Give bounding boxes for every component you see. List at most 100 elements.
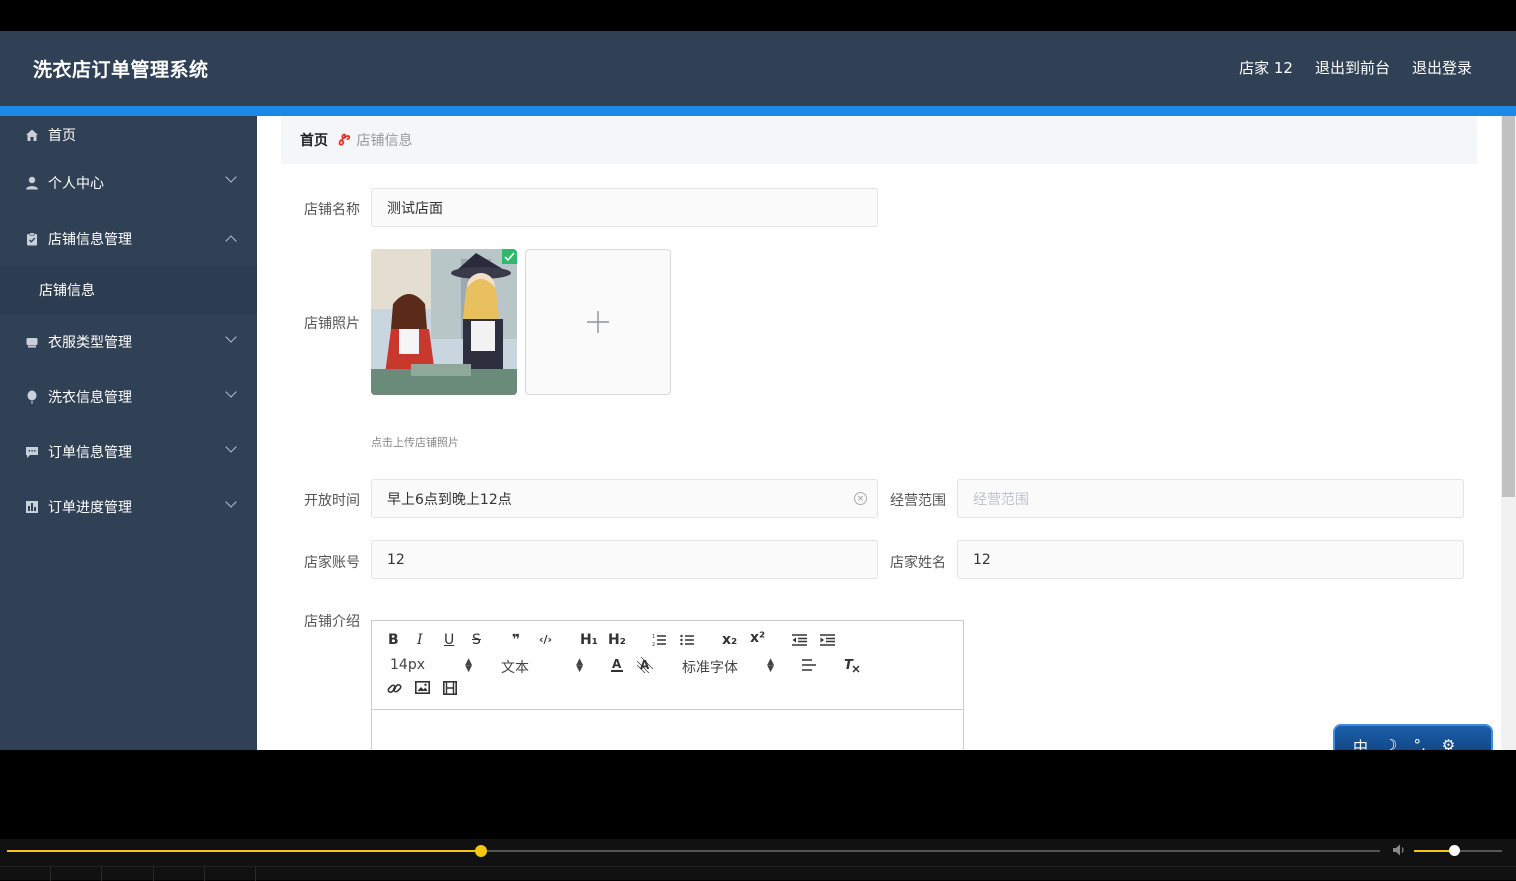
shop-photo-thumbnail[interactable] — [371, 249, 517, 395]
shop-photo-image — [371, 249, 517, 395]
text-color-icon[interactable]: A — [610, 657, 624, 677]
sidebar-item-label: 店铺信息管理 — [48, 232, 132, 248]
svg-text:T: T — [844, 658, 854, 673]
scrollbar-thumb[interactable] — [1502, 116, 1515, 497]
sidebar-subitem-shop-info[interactable]: 店铺信息 — [0, 266, 257, 314]
user-icon — [24, 175, 40, 191]
merchant-account-input[interactable]: 12 — [371, 540, 878, 579]
svg-text:A: A — [612, 657, 622, 671]
sidebar-item-label: 首页 — [48, 128, 76, 144]
sidebar-item-label: 订单进度管理 — [48, 499, 132, 516]
merchant-name-label: 店家姓名 — [890, 555, 946, 571]
ordered-list-icon[interactable]: 12 — [652, 633, 666, 651]
ime-moon-icon[interactable]: ☽ — [1384, 736, 1397, 750]
breadcrumb-home[interactable]: 首页 — [300, 130, 328, 150]
indent-icon[interactable] — [820, 633, 835, 651]
h2-button[interactable]: H₂ — [608, 632, 626, 648]
top-navbar: 洗衣店订单管理系统 店家 12 退出到前台 退出登录 — [0, 31, 1516, 106]
merchant-name-input[interactable]: 12 — [957, 540, 1464, 579]
image-icon[interactable] — [415, 681, 430, 698]
logout-link[interactable]: 退出登录 — [1412, 57, 1472, 78]
accent-bar — [0, 106, 1516, 116]
back-to-front-link[interactable]: 退出到前台 — [1315, 57, 1390, 78]
top-actions: 店家 12 退出到前台 退出登录 — [1239, 57, 1472, 78]
font-family-value: 标准字体 — [682, 660, 738, 676]
sidebar-item-personal-center[interactable]: 个人中心 — [0, 154, 257, 212]
volume-handle[interactable] — [1448, 845, 1460, 856]
chevron-down-icon — [225, 441, 237, 453]
header-select[interactable]: 文本 ▲ ▼ — [501, 657, 583, 677]
seek-handle[interactable] — [474, 845, 487, 857]
business-scope-placeholder: 经营范围 — [973, 491, 1029, 508]
seek-progress — [7, 850, 481, 852]
vertical-scrollbar[interactable] — [1501, 116, 1516, 750]
underline-button[interactable]: U — [444, 632, 454, 648]
volume-icon[interactable] — [1392, 843, 1406, 861]
ime-punctuation-icon[interactable]: °, — [1413, 736, 1425, 750]
business-scope-input[interactable]: 经营范围 — [957, 479, 1464, 518]
merchant-account-label: 店家账号 — [304, 555, 360, 571]
align-left-icon[interactable] — [802, 658, 816, 676]
seek-bar[interactable] — [7, 845, 1380, 857]
current-user-label[interactable]: 店家 12 — [1239, 57, 1293, 78]
sidebar-item-label: 洗衣信息管理 — [48, 389, 132, 406]
background-color-icon[interactable]: A — [636, 656, 654, 677]
shop-photo-label: 店铺照片 — [304, 316, 360, 332]
italic-button[interactable]: I — [417, 632, 423, 648]
sidebar-item-laundry-info-mgmt[interactable]: 洗衣信息管理 — [0, 369, 257, 424]
clipboard-icon — [24, 231, 40, 247]
main-content: 首页 Ꮡ 店铺信息 店铺名称 测试店面 店铺照片 点击上传店铺照片 开放时间 早… — [257, 116, 1516, 750]
sidebar-item-clothes-type-mgmt[interactable]: 衣服类型管理 — [0, 314, 257, 369]
sidebar-item-order-info-mgmt[interactable]: 订单信息管理 — [0, 424, 257, 479]
merchant-account-value: 12 — [387, 551, 405, 568]
shop-intro-label: 店铺介绍 — [304, 614, 360, 630]
blockquote-button[interactable]: ❞ — [512, 632, 520, 648]
h1-button[interactable]: H₁ — [580, 632, 598, 648]
chart-icon — [24, 499, 40, 515]
sidebar-item-home[interactable]: 首页 — [0, 116, 257, 154]
svg-text:2: 2 — [652, 642, 655, 647]
font-size-select[interactable]: 14px ▲ ▼ — [390, 657, 472, 674]
strike-button[interactable]: S — [472, 632, 481, 648]
ime-settings-icon[interactable]: ⚙ — [1442, 736, 1455, 750]
ime-toolbar[interactable]: 中 ☽ °, ⚙ — [1333, 724, 1493, 750]
chevron-down-icon — [225, 386, 237, 398]
breadcrumb-separator-icon: Ꮡ — [338, 131, 349, 149]
sidebar-item-shop-info-mgmt[interactable]: 店铺信息管理 — [0, 212, 257, 266]
tshirt-icon — [24, 334, 40, 350]
clear-format-icon[interactable]: T — [844, 657, 860, 677]
superscript-button[interactable]: x² — [750, 630, 765, 646]
sidebar-item-label: 衣服类型管理 — [48, 334, 132, 351]
open-time-label: 开放时间 — [304, 493, 360, 509]
ime-language-toggle[interactable]: 中 — [1353, 736, 1368, 750]
chat-icon — [24, 444, 40, 460]
font-family-select[interactable]: 标准字体 ▲ ▼ — [682, 657, 774, 677]
open-time-value: 早上6点到晚上12点 — [387, 491, 512, 508]
subscript-button[interactable]: x₂ — [722, 632, 737, 648]
rich-text-editor: B I U S ❞ ‹/› H₁ H₂ 12 x₂ x² 14px ▲ ▼ 文本… — [371, 620, 964, 750]
outdent-icon[interactable] — [792, 633, 807, 651]
video-icon[interactable] — [443, 681, 457, 699]
screen-frame: 洗衣店订单管理系统 店家 12 退出到前台 退出登录 首页 个人中心 店铺信息管… — [0, 0, 1516, 881]
shop-name-input[interactable]: 测试店面 — [371, 188, 878, 227]
link-icon[interactable] — [387, 681, 402, 700]
volume-slider[interactable] — [1414, 845, 1502, 856]
photo-upload-button[interactable] — [525, 249, 671, 395]
app-window: 洗衣店订单管理系统 店家 12 退出到前台 退出登录 首页 个人中心 店铺信息管… — [0, 31, 1516, 750]
header-value: 文本 — [501, 660, 529, 676]
merchant-name-value: 12 — [973, 551, 991, 568]
font-size-value: 14px — [390, 657, 425, 673]
open-time-input[interactable]: 早上6点到晚上12点 × — [371, 479, 878, 518]
bold-button[interactable]: B — [388, 632, 399, 648]
shop-name-value: 测试店面 — [387, 200, 443, 217]
svg-text:1: 1 — [652, 634, 655, 640]
select-arrows-icon: ▲ ▼ — [767, 657, 774, 674]
breadcrumb-current: 店铺信息 — [356, 133, 413, 149]
clear-icon[interactable]: × — [854, 492, 867, 505]
editor-toolbar: B I U S ❞ ‹/› H₁ H₂ 12 x₂ x² 14px ▲ ▼ 文本… — [372, 621, 963, 710]
bullet-list-icon[interactable] — [680, 633, 694, 651]
breadcrumb: 首页 Ꮡ 店铺信息 — [281, 116, 1477, 164]
sidebar-item-order-progress-mgmt[interactable]: 订单进度管理 — [0, 479, 257, 534]
code-block-button[interactable]: ‹/› — [539, 633, 552, 646]
chevron-down-icon — [225, 171, 237, 183]
